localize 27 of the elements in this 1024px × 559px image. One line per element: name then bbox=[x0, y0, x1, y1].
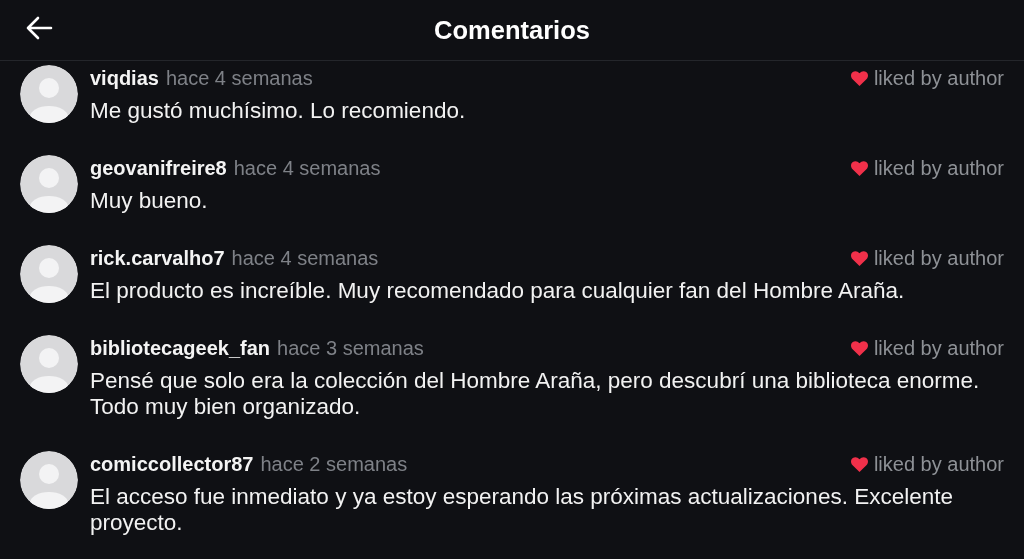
liked-label: liked by author bbox=[873, 156, 1004, 180]
liked-label: liked by author bbox=[873, 66, 1004, 90]
comment-time: hace 4 semanas bbox=[231, 246, 379, 270]
comment-text: El acceso fue inmediato y ya estoy esperando las próximas actualizaciones. Excelente proyecto. bbox=[90, 484, 954, 536]
comment-time: hace 3 semanas bbox=[277, 336, 424, 360]
username[interactable]: rick.carvalho7 bbox=[90, 246, 225, 270]
username[interactable]: bibliotecageek_fan bbox=[90, 336, 271, 360]
back-icon[interactable] bbox=[25, 16, 53, 40]
comment-text: El producto es increíble. Muy recomendado para cualquier fan del Hombre Araña. bbox=[90, 278, 906, 304]
liked-label: liked by author bbox=[873, 452, 1004, 476]
username[interactable]: viqdias bbox=[90, 66, 159, 90]
avatar-icon[interactable] bbox=[20, 245, 78, 303]
liked-label: liked by author bbox=[873, 336, 1004, 360]
liked-label: liked by author bbox=[873, 246, 1004, 270]
comment-text: Pensé que solo era la colección del Hombre Araña, pero descubrí una biblioteca enorme. Todo muy bien organizado. bbox=[90, 368, 981, 420]
comment-text: Muy bueno. bbox=[90, 188, 209, 214]
avatar-icon[interactable] bbox=[20, 451, 78, 509]
comment-time: hace 2 semanas bbox=[260, 452, 408, 476]
avatar-icon[interactable] bbox=[20, 335, 78, 393]
username[interactable]: geovanifreire8 bbox=[90, 156, 227, 180]
comment-time: hace 4 semanas bbox=[165, 66, 313, 90]
avatar-icon[interactable] bbox=[20, 65, 78, 123]
comment-text: Me gustó muchísimo. Lo recomiendo. bbox=[90, 98, 467, 124]
comment-time: hace 4 semanas bbox=[233, 156, 381, 180]
screen-title: Comentarios bbox=[434, 15, 590, 45]
username[interactable]: comiccollector87 bbox=[90, 452, 254, 476]
avatar-icon[interactable] bbox=[20, 155, 78, 213]
